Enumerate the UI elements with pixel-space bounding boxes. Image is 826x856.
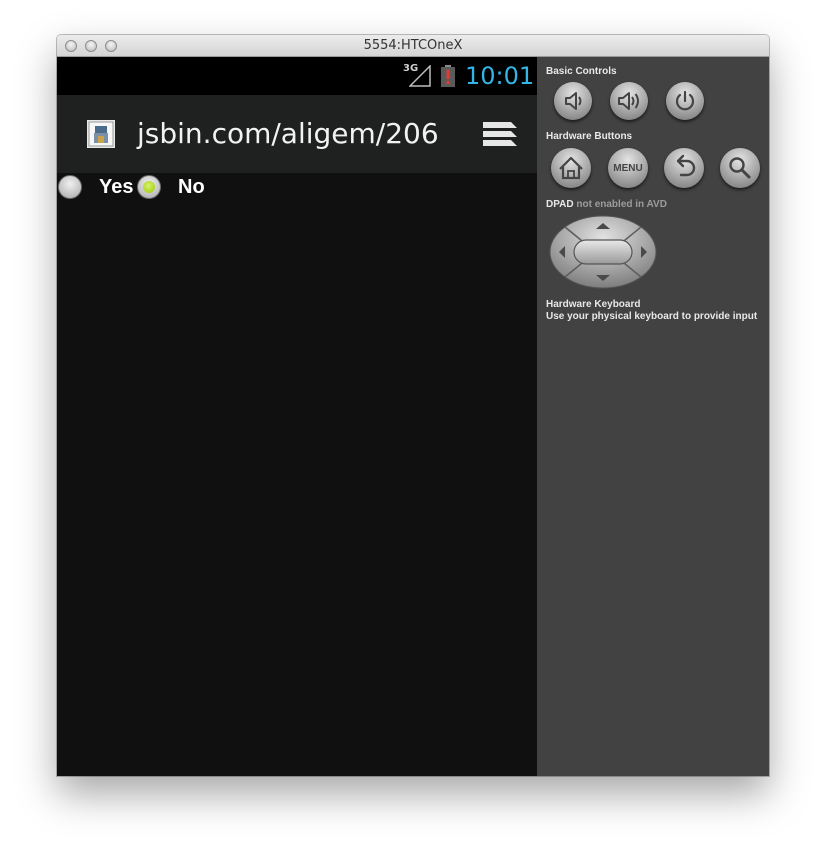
power-button[interactable] bbox=[666, 82, 704, 120]
browser-action-bar: jsbin.com/aligem/206 bbox=[57, 95, 537, 173]
emulator-controls-panel: Basic Controls Hardware Buttons MENU DPA… bbox=[537, 57, 769, 776]
radio-yes-label: Yes bbox=[99, 176, 134, 198]
tabs-icon[interactable] bbox=[481, 120, 519, 150]
radio-selected-dot bbox=[143, 181, 155, 193]
volume-up-icon bbox=[618, 92, 639, 110]
emulator-window: 5554:HTCOneX 3G 10:01 jsbin.com/aligem/2… bbox=[57, 35, 769, 776]
menu-button[interactable]: MENU bbox=[608, 148, 648, 188]
volume-up-button[interactable] bbox=[610, 82, 648, 120]
battery-alert-icon bbox=[441, 65, 455, 87]
basic-controls-title: Basic Controls bbox=[546, 66, 617, 77]
device-screen[interactable]: 3G 10:01 jsbin.com/aligem/206 Yes No bbox=[57, 57, 537, 776]
web-page: Yes No bbox=[57, 173, 537, 776]
window-title: 5554:HTCOneX bbox=[363, 38, 463, 53]
power-icon bbox=[675, 90, 695, 111]
favicon-icon bbox=[87, 120, 115, 148]
hardware-buttons-title: Hardware Buttons bbox=[546, 131, 633, 142]
dpad-title-label: DPAD bbox=[546, 199, 574, 210]
menu-button-label: MENU bbox=[613, 162, 643, 174]
status-bar: 3G 10:01 bbox=[57, 57, 537, 95]
back-icon bbox=[676, 154, 696, 177]
home-button[interactable] bbox=[551, 148, 591, 188]
radio-yes[interactable] bbox=[58, 175, 82, 199]
signal-icon bbox=[409, 65, 431, 87]
search-icon bbox=[729, 157, 751, 179]
dpad-status: not enabled in AVD bbox=[576, 199, 667, 210]
volume-down-button[interactable] bbox=[554, 82, 592, 120]
back-button[interactable] bbox=[664, 148, 704, 188]
radio-no-label: No bbox=[178, 176, 205, 198]
dpad-title: DPAD not enabled in AVD bbox=[546, 199, 667, 210]
title-bar: 5554:HTCOneX bbox=[57, 35, 769, 57]
radio-no[interactable] bbox=[137, 175, 161, 199]
hardware-keyboard-subtitle: Use your physical keyboard to provide in… bbox=[546, 311, 758, 322]
home-icon bbox=[559, 156, 583, 180]
volume-down-icon bbox=[565, 92, 582, 110]
hardware-keyboard-info: Hardware Keyboard Use your physical keyb… bbox=[546, 299, 757, 323]
hardware-keyboard-title: Hardware Keyboard bbox=[546, 299, 641, 310]
search-button[interactable] bbox=[720, 148, 760, 188]
status-clock: 10:01 bbox=[465, 62, 535, 90]
url-field[interactable]: jsbin.com/aligem/206 bbox=[137, 117, 439, 150]
dpad-control[interactable] bbox=[549, 215, 657, 289]
